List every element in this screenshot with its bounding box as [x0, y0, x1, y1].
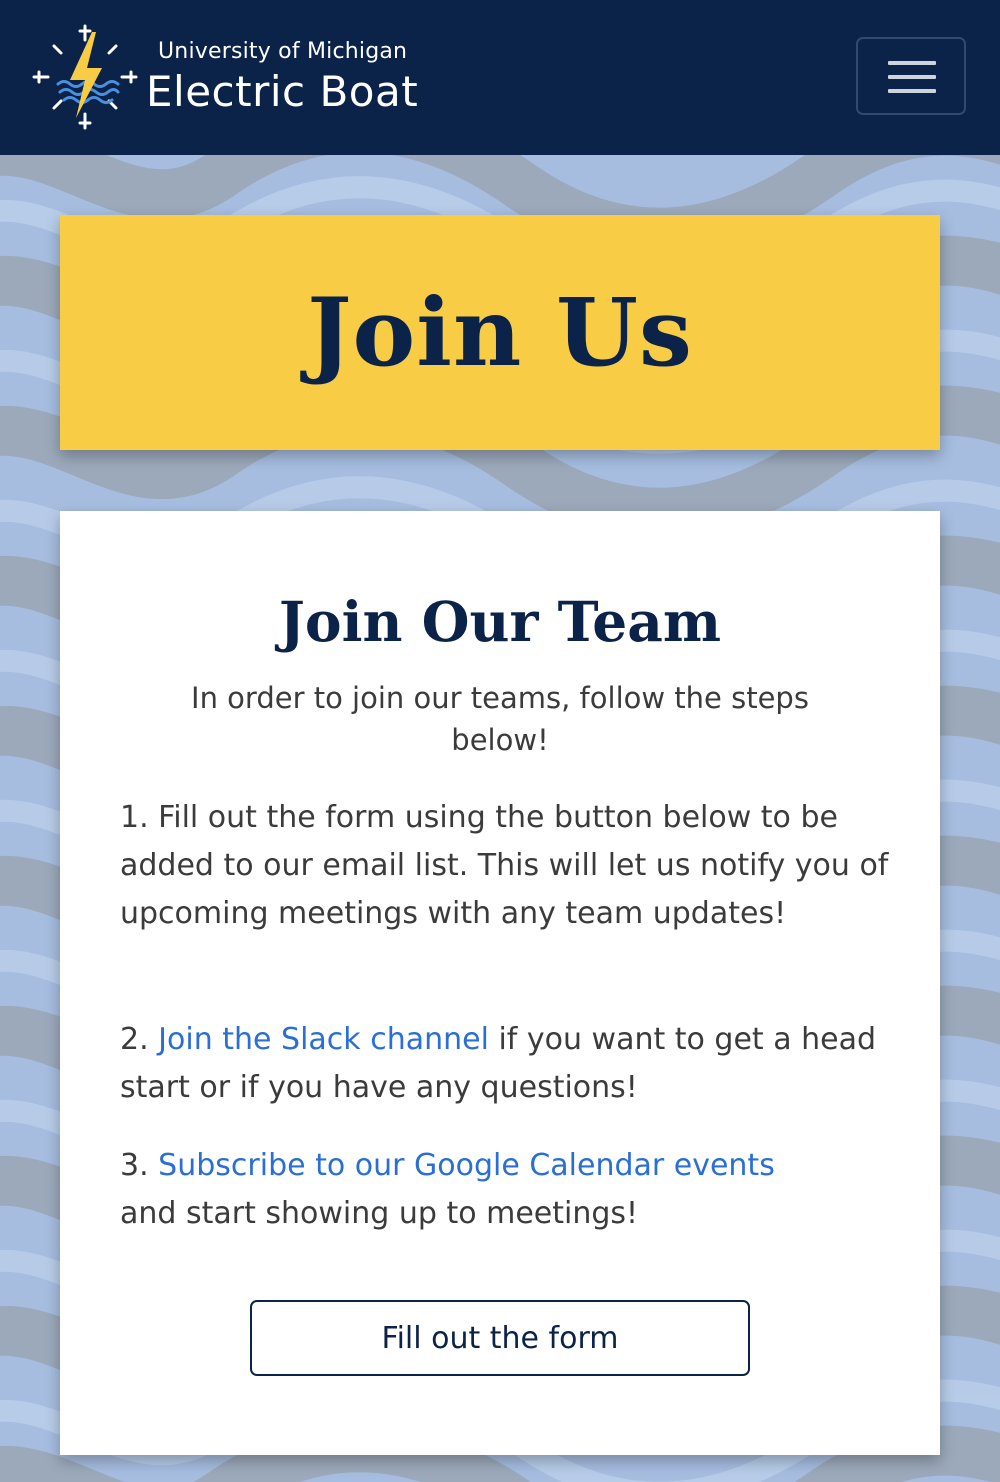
brand-text: University of Michigan Electric Boat — [146, 41, 418, 113]
navbar: University of Michigan Electric Boat — [0, 0, 1000, 155]
page-title-banner: Join Us — [60, 215, 940, 450]
step-3: 3. Subscribe to our Google Calendar even… — [120, 1142, 890, 1238]
step-text: and start showing up to meetings! — [120, 1196, 639, 1231]
step-text: Fill out the form using the button below… — [120, 800, 889, 931]
google-calendar-link[interactable]: Subscribe to our Google Calendar events — [158, 1148, 775, 1183]
step-number: 2. — [120, 1022, 149, 1057]
brand-home-link[interactable]: University of Michigan Electric Boat — [30, 22, 418, 132]
brand-title: Electric Boat — [146, 67, 419, 116]
step-2: 2. Join the Slack channel if you want to… — [120, 1016, 890, 1112]
lightning-bolt-logo-icon — [32, 24, 138, 130]
card-heading: Join Our Team — [278, 589, 722, 654]
step-1: 1. Fill out the form using the button be… — [120, 794, 890, 938]
fill-out-form-button[interactable]: Fill out the form — [250, 1300, 750, 1376]
step-number: 3. — [120, 1148, 149, 1183]
menu-toggle-button[interactable] — [856, 37, 966, 115]
page-title: Join Us — [307, 277, 693, 388]
brand-subtitle: University of Michigan — [158, 39, 408, 64]
card-intro: In order to join our teams, follow the s… — [191, 681, 809, 757]
join-team-card: Join Our Team In order to join our teams… — [60, 511, 940, 1455]
step-number: 1. — [120, 800, 149, 835]
slack-channel-link[interactable]: Join the Slack channel — [158, 1022, 489, 1057]
